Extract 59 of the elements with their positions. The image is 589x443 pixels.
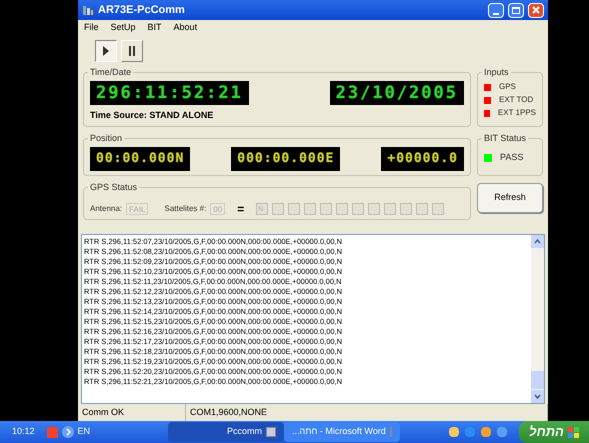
maximize-button[interactable]: [508, 2, 524, 18]
start-button[interactable]: התחל: [519, 421, 589, 443]
satellites-field: 00: [210, 203, 226, 215]
satellites-label: Sattelites #:: [164, 203, 206, 215]
group-title: Time/Date: [88, 66, 134, 78]
satellite-cell: [288, 203, 300, 215]
scrollbar[interactable]: [531, 235, 544, 403]
menu-item[interactable]: About: [174, 20, 198, 34]
dot-matrix-display: 296:11:52:21: [90, 81, 249, 105]
equals-sign: =: [237, 201, 244, 218]
taskbar-button[interactable]: Microsoft Word - חתה...: [284, 422, 400, 442]
satellite-cell: [400, 203, 412, 215]
group-title: Inputs: [482, 66, 511, 78]
dot-matrix-display: 000:00.000E: [231, 147, 340, 171]
close-icon: [532, 6, 540, 14]
time-source-label: Time Source: STAND ALONE: [90, 109, 214, 122]
antenna-field: FAIL: [126, 203, 148, 215]
taskbar-button[interactable]: Pccomm: [168, 422, 284, 442]
windows-logo-icon: [568, 426, 579, 438]
window-icon: [390, 427, 392, 437]
tray-icon: [46, 426, 58, 438]
antenna-label: Antenna:: [90, 203, 122, 215]
satellite-cell: [368, 203, 380, 215]
satellite-cell: [272, 203, 284, 215]
language-indicator[interactable]: EN: [78, 425, 90, 439]
dot-matrix-display: 00:00.000N: [90, 147, 190, 171]
menu-item[interactable]: SetUp: [110, 20, 136, 34]
dot-matrix-display: 23/10/2005: [330, 81, 464, 105]
refresh-button[interactable]: Refresh: [477, 183, 543, 213]
app-icon: [82, 4, 94, 16]
input-label: EXT 1PPS: [498, 107, 536, 119]
group-title: BIT Status: [482, 132, 528, 144]
satellite-cell: [320, 203, 332, 215]
pause-icon: [128, 45, 136, 57]
satellite-cell: [416, 203, 428, 215]
menu-item[interactable]: BIT: [148, 20, 162, 34]
satellite-cell: [432, 203, 444, 215]
group-title: GPS Status: [88, 181, 140, 193]
satellite-cell: [304, 203, 316, 215]
window-icon: [266, 427, 276, 437]
taskbar-clock: 10:12: [11, 425, 36, 438]
window-title: AR73E-PcComm: [98, 2, 186, 18]
scroll-thumb[interactable]: [531, 371, 544, 389]
scroll-up-icon[interactable]: [531, 235, 544, 248]
close-button[interactable]: [528, 2, 544, 18]
play-icon: [102, 45, 110, 57]
input-label: GPS: [499, 81, 516, 93]
input-label: EXT TOD: [499, 94, 534, 106]
satellite-cell: [352, 203, 364, 215]
bit-status-label: PASS: [500, 151, 524, 164]
pause-button[interactable]: [121, 40, 143, 62]
minimize-button[interactable]: [488, 2, 504, 18]
group-title: Position: [88, 132, 124, 144]
play-button[interactable]: [95, 40, 117, 62]
menu-item[interactable]: File: [84, 20, 99, 34]
satellite-cell: [384, 203, 396, 215]
satellite-cell: [336, 203, 348, 215]
dot-matrix-display: +00000.0: [381, 147, 464, 171]
scroll-down-icon[interactable]: [531, 390, 544, 403]
